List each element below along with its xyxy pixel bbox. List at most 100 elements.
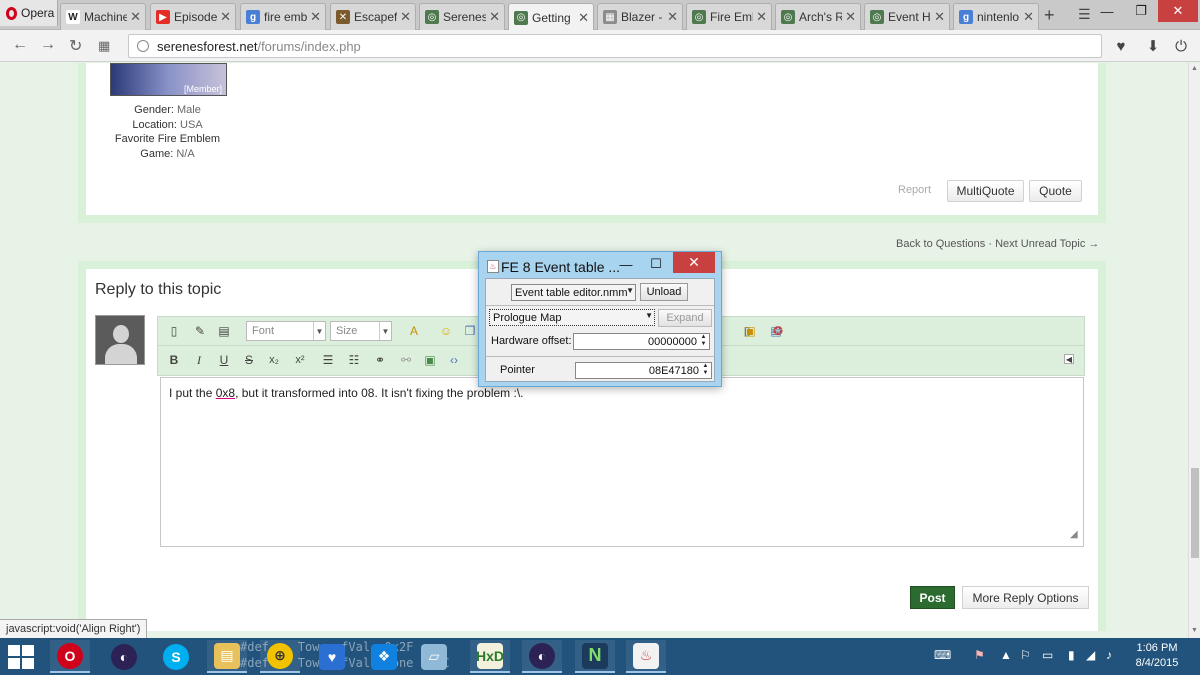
- scroll-thumb[interactable]: [1191, 468, 1199, 558]
- resize-grip-icon[interactable]: ◢: [1070, 529, 1078, 540]
- close-tab-icon[interactable]: ✕: [578, 10, 589, 26]
- bold-icon[interactable]: B: [166, 352, 182, 368]
- text-color-icon[interactable]: A: [406, 323, 422, 339]
- italic-icon[interactable]: I: [191, 352, 207, 368]
- strikethrough-icon[interactable]: S: [241, 352, 257, 368]
- minimize-button[interactable]: —: [1090, 0, 1124, 22]
- font-select[interactable]: Font ▼: [246, 321, 326, 341]
- dialog-close-button[interactable]: ✕: [673, 252, 715, 273]
- taskbar-glass-app[interactable]: ▱: [414, 640, 454, 673]
- back-to-questions-link[interactable]: Back to Questions: [896, 238, 985, 250]
- restore-button[interactable]: ❐: [1124, 0, 1158, 22]
- taskbar-java[interactable]: ♨: [626, 640, 666, 673]
- scroll-up-icon[interactable]: ▲: [1191, 65, 1198, 72]
- multiquote-button[interactable]: MultiQuote: [947, 180, 1024, 202]
- speed-dial-icon[interactable]: ▦: [98, 38, 110, 54]
- paste-text-icon[interactable]: ▣: [742, 323, 758, 339]
- copy-icon[interactable]: ❐: [462, 323, 478, 339]
- close-tab-icon[interactable]: ✕: [130, 9, 141, 25]
- opera-menu-button[interactable]: Opera: [0, 0, 58, 26]
- keyboard-icon[interactable]: ⌨: [934, 648, 951, 662]
- bullet-list-icon[interactable]: ☰: [320, 352, 336, 368]
- tab-6[interactable]: ◎ Getting ✕: [508, 3, 594, 31]
- scroll-down-icon[interactable]: ▼: [1191, 627, 1198, 634]
- close-tab-icon[interactable]: ✕: [220, 9, 231, 25]
- show-hidden-icons[interactable]: ▲: [1000, 648, 1012, 662]
- close-window-button[interactable]: ✕: [1158, 0, 1198, 22]
- close-tab-icon[interactable]: ✕: [934, 9, 945, 25]
- download-icon[interactable]: ⬇: [1144, 37, 1162, 55]
- new-tab-button[interactable]: +: [1044, 5, 1055, 26]
- tab-8[interactable]: ◎ Fire Eml ✕: [686, 3, 772, 30]
- close-tab-icon[interactable]: ✕: [1023, 9, 1034, 25]
- module-select[interactable]: Event table editor.nmm ▼: [511, 284, 636, 301]
- tab-11[interactable]: g nintenlo ✕: [953, 3, 1039, 30]
- expand-button[interactable]: Expand: [658, 309, 712, 327]
- taskbar-clock[interactable]: 1:06 PM 8/4/2015: [1122, 641, 1192, 671]
- map-select[interactable]: Prologue Map ▼: [489, 309, 655, 326]
- taskbar-hxd[interactable]: HxD: [470, 640, 510, 673]
- battery-icon[interactable]: ▮: [1068, 648, 1075, 662]
- back-arrow-icon[interactable]: ←: [12, 36, 28, 54]
- page-scrollbar[interactable]: ▲ ▼: [1188, 63, 1200, 638]
- taskbar-eclipse-2[interactable]: ◐: [522, 640, 562, 673]
- next-unread-topic-link[interactable]: Next Unread Topic →: [995, 238, 1099, 250]
- link-icon[interactable]: ⚭: [372, 352, 388, 368]
- tab-4[interactable]: ✕ Escapef ✕: [330, 3, 416, 30]
- heart-icon[interactable]: ♥: [1112, 37, 1130, 55]
- size-select[interactable]: Size ▼: [330, 321, 392, 341]
- start-button[interactable]: [8, 645, 34, 669]
- image-icon[interactable]: ▤: [216, 323, 232, 339]
- close-tab-icon[interactable]: ✕: [667, 9, 678, 25]
- eraser-icon[interactable]: ✎: [192, 323, 208, 339]
- tab-10[interactable]: ◎ Event H ✕: [864, 3, 950, 30]
- close-tab-icon[interactable]: ✕: [756, 9, 767, 25]
- url-field[interactable]: serenesforest.net/forums/index.php: [128, 34, 1102, 58]
- taskbar-skype[interactable]: S: [156, 640, 196, 673]
- volume-icon[interactable]: ♪: [1106, 648, 1112, 662]
- action-center-icon[interactable]: ⚐: [1020, 648, 1031, 662]
- power-icon[interactable]: ⏻: [1172, 37, 1190, 55]
- dialog-maximize-button[interactable]: ☐: [643, 254, 669, 274]
- source-icon[interactable]: ▯: [166, 323, 182, 339]
- tab-2[interactable]: ▶ Episode ✕: [150, 3, 236, 30]
- superscript-icon[interactable]: x²: [292, 352, 308, 368]
- taskbar-eclipse[interactable]: ◐: [104, 640, 144, 673]
- insert-image-icon[interactable]: ▣: [422, 352, 438, 368]
- emoticon-icon[interactable]: ☺: [438, 323, 454, 339]
- close-tab-icon[interactable]: ✕: [400, 9, 411, 25]
- taskbar-opera[interactable]: O: [50, 640, 90, 673]
- spinner-arrows-icon[interactable]: ▲ ▼: [701, 363, 710, 377]
- forward-arrow-icon[interactable]: →: [40, 36, 56, 54]
- hardware-offset-spinner[interactable]: 00000000 ▲ ▼: [573, 333, 710, 350]
- wifi-icon[interactable]: ◢: [1086, 648, 1095, 662]
- collapse-toolbar-icon[interactable]: ◀: [1064, 354, 1074, 364]
- tab-7[interactable]: ▦ Blazer - ✕: [597, 3, 683, 30]
- window-switch-icon[interactable]: ▭: [1042, 648, 1053, 662]
- spinner-arrows-icon[interactable]: ▲ ▼: [699, 334, 708, 348]
- taskbar-notepadpp[interactable]: N: [575, 640, 615, 673]
- unload-button[interactable]: Unload: [640, 283, 688, 301]
- dialog-minimize-button[interactable]: —: [613, 254, 639, 274]
- unlink-icon[interactable]: ⚯: [398, 352, 414, 368]
- close-tab-icon[interactable]: ✕: [845, 9, 856, 25]
- tab-9[interactable]: ◎ Arch's R ✕: [775, 3, 861, 30]
- reload-icon[interactable]: ↻: [69, 36, 82, 56]
- tab-menu-icon[interactable]: ☰: [1078, 6, 1091, 23]
- taskbar-globe-app[interactable]: ⊕: [260, 640, 300, 673]
- more-reply-options-button[interactable]: More Reply Options: [962, 586, 1089, 609]
- quote-button[interactable]: Quote: [1029, 180, 1082, 202]
- tab-3[interactable]: g fire emb ✕: [240, 3, 326, 30]
- taskbar-heart-app[interactable]: ♥: [312, 640, 352, 673]
- reply-editor[interactable]: I put the 0x8, but it transformed into 0…: [160, 377, 1084, 547]
- post-button[interactable]: Post: [910, 586, 955, 609]
- notification-alert-icon[interactable]: ⚑: [974, 648, 985, 662]
- pointer-spinner[interactable]: 08E47180 ▲ ▼: [575, 362, 712, 379]
- tab-5[interactable]: ◎ Serenes ✕: [419, 3, 505, 30]
- close-tab-icon[interactable]: ✕: [489, 9, 500, 25]
- underline-icon[interactable]: U: [216, 352, 232, 368]
- numbered-list-icon[interactable]: ☷: [346, 352, 362, 368]
- code-icon[interactable]: ‹›: [446, 352, 462, 368]
- report-link[interactable]: Report: [898, 184, 931, 196]
- subscript-icon[interactable]: x₂: [266, 352, 282, 368]
